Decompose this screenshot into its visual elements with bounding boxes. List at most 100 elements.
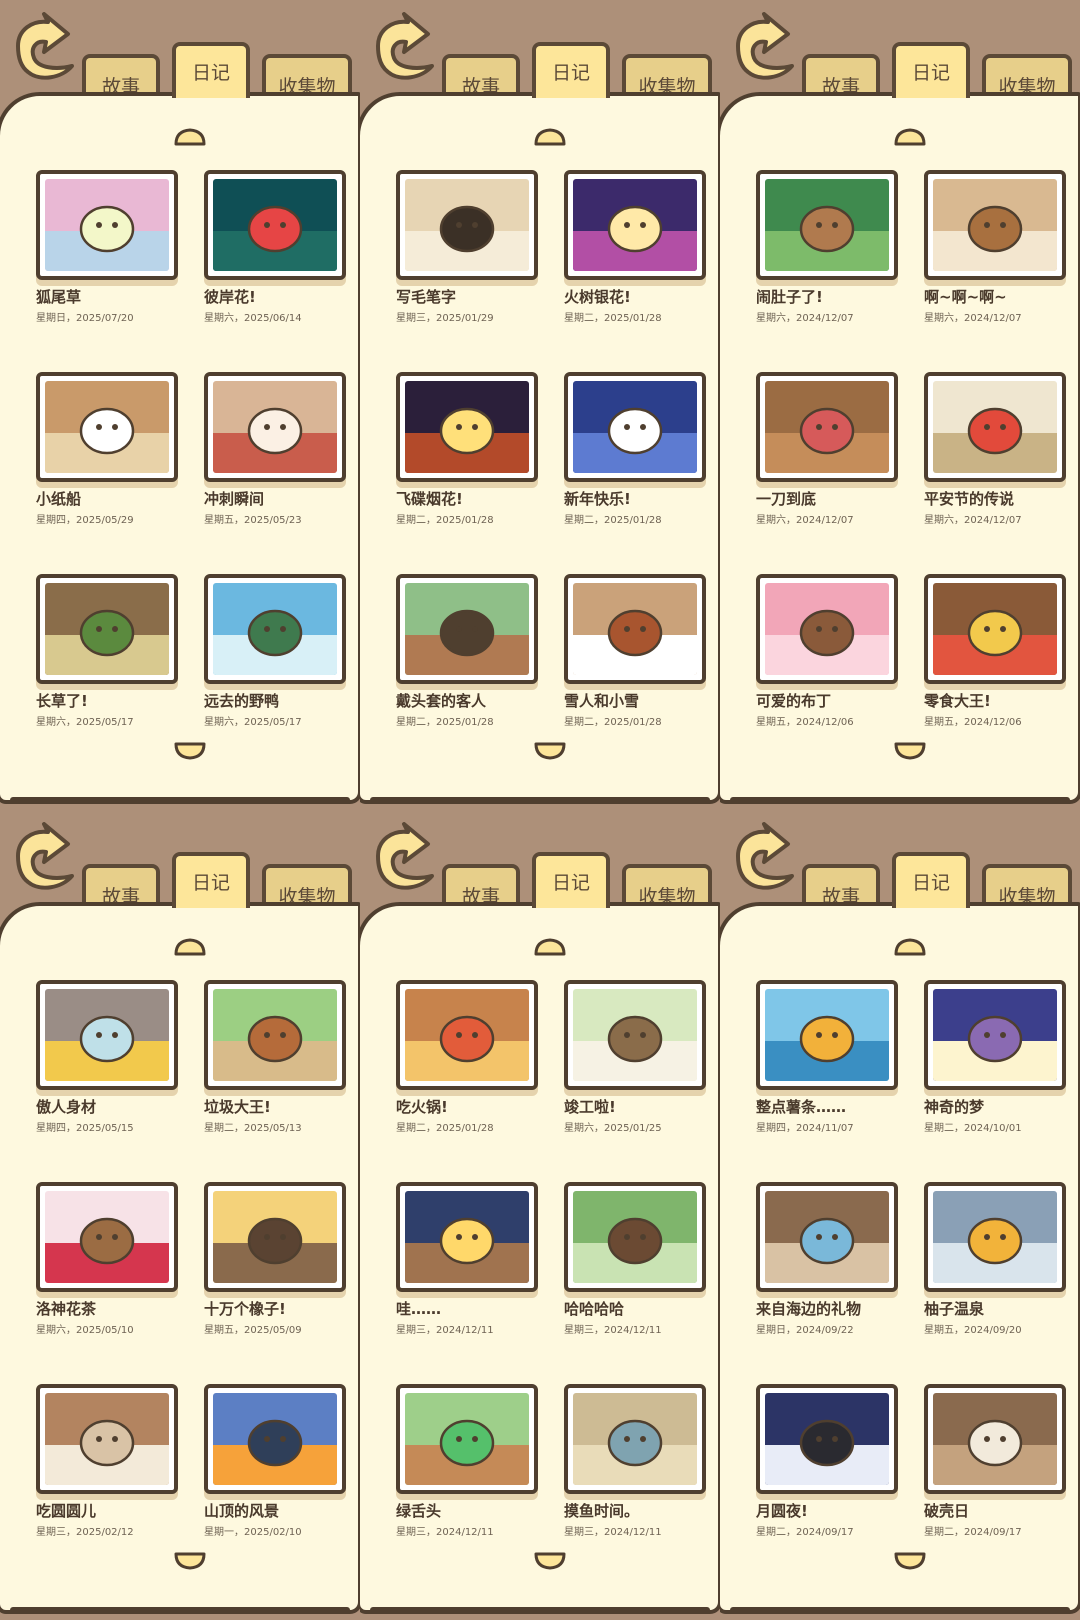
diary-entry-card[interactable]: 戴头套的客人 星期二，2025/01/28 [396, 574, 538, 728]
diary-entry-card[interactable]: 写毛笔字 星期三，2025/01/29 [396, 170, 538, 324]
diary-entry-thumbnail[interactable] [924, 170, 1066, 280]
diary-entry-card[interactable]: 可爱的布丁 星期五，2024/12/06 [756, 574, 898, 728]
diary-entry-thumbnail[interactable] [36, 574, 178, 684]
diary-entry-card[interactable]: 狐尾草 星期日，2025/07/20 [36, 170, 178, 324]
diary-entry-thumbnail[interactable] [756, 980, 898, 1090]
diary-entry-card[interactable]: 啊~啊~啊~ 星期六，2024/12/07 [924, 170, 1066, 324]
diary-entry-card[interactable]: 冲刺瞬间 星期五，2025/05/23 [204, 372, 346, 526]
page-up-icon[interactable] [173, 127, 207, 147]
page-down-icon[interactable] [533, 1551, 567, 1571]
diary-entry-card[interactable]: 小纸船 星期四，2025/05/29 [36, 372, 178, 526]
page-edge [370, 1607, 710, 1613]
diary-entry-thumbnail[interactable] [396, 372, 538, 482]
diary-entry-card[interactable]: 飞碟烟花! 星期二，2025/01/28 [396, 372, 538, 526]
diary-entry-thumbnail[interactable] [924, 372, 1066, 482]
diary-entry-title: 平安节的传说 [924, 490, 1015, 508]
diary-entry-card[interactable]: 绿舌头 星期三，2024/12/11 [396, 1384, 538, 1538]
diary-entry-thumbnail[interactable] [204, 980, 346, 1090]
diary-entry-card[interactable]: 傲人身材 星期四，2025/05/15 [36, 980, 178, 1134]
diary-entry-card[interactable]: 神奇的梦 星期二，2024/10/01 [924, 980, 1066, 1134]
diary-entry-title: 一刀到底 [756, 490, 817, 508]
diary-entry-thumbnail[interactable] [924, 1384, 1066, 1494]
diary-entry-card[interactable]: 柚子温泉 星期五，2024/09/20 [924, 1182, 1066, 1336]
diary-entry-thumbnail[interactable] [396, 574, 538, 684]
diary-entry-thumbnail[interactable] [36, 980, 178, 1090]
diary-entry-thumbnail[interactable] [396, 1384, 538, 1494]
diary-entry-thumbnail[interactable] [924, 1182, 1066, 1292]
diary-entry-card[interactable]: 一刀到底 星期六，2024/12/07 [756, 372, 898, 526]
diary-entry-thumbnail[interactable] [564, 372, 706, 482]
diary-entry-thumbnail[interactable] [564, 980, 706, 1090]
diary-entry-card[interactable]: 彼岸花! 星期六，2025/06/14 [204, 170, 346, 324]
diary-entry-thumbnail[interactable] [564, 1182, 706, 1292]
back-button[interactable] [10, 822, 82, 892]
diary-entry-thumbnail[interactable] [204, 574, 346, 684]
diary-entry-card[interactable]: 摸鱼时间。 星期三，2024/12/11 [564, 1384, 706, 1538]
tab-diary[interactable]: 日记 [532, 852, 610, 908]
page-up-icon[interactable] [893, 127, 927, 147]
diary-entry-thumbnail[interactable] [756, 574, 898, 684]
diary-entry-card[interactable]: 十万个橡子! 星期五，2025/05/09 [204, 1182, 346, 1336]
tab-diary[interactable]: 日记 [892, 42, 970, 98]
diary-entry-card[interactable]: 哇…… 星期三，2024/12/11 [396, 1182, 538, 1336]
diary-entry-thumbnail[interactable] [204, 372, 346, 482]
diary-entry-card[interactable]: 远去的野鸭 星期六，2025/05/17 [204, 574, 346, 728]
diary-entry-card[interactable]: 闹肚子了! 星期六，2024/12/07 [756, 170, 898, 324]
diary-entry-thumbnail[interactable] [36, 372, 178, 482]
diary-entry-card[interactable]: 来自海边的礼物 星期日，2024/09/22 [756, 1182, 898, 1336]
page-up-icon[interactable] [533, 127, 567, 147]
diary-entry-thumbnail[interactable] [564, 1384, 706, 1494]
page-down-icon[interactable] [173, 1551, 207, 1571]
diary-entry-card[interactable]: 哈哈哈哈 星期三，2024/12/11 [564, 1182, 706, 1336]
diary-entry-card[interactable]: 火树银花! 星期二，2025/01/28 [564, 170, 706, 324]
diary-entry-card[interactable]: 月圆夜! 星期二，2024/09/17 [756, 1384, 898, 1538]
tab-diary[interactable]: 日记 [892, 852, 970, 908]
diary-entry-thumbnail[interactable] [396, 170, 538, 280]
diary-entry-card[interactable]: 竣工啦! 星期六，2025/01/25 [564, 980, 706, 1134]
diary-entry-thumbnail[interactable] [756, 372, 898, 482]
diary-entry-thumbnail[interactable] [204, 1384, 346, 1494]
diary-entry-thumbnail[interactable] [36, 1182, 178, 1292]
diary-entry-card[interactable]: 雪人和小雪 星期二，2025/01/28 [564, 574, 706, 728]
back-button[interactable] [730, 822, 802, 892]
diary-entry-card[interactable]: 洛神花茶 星期六，2025/05/10 [36, 1182, 178, 1336]
back-button[interactable] [10, 12, 82, 82]
diary-entry-thumbnail[interactable] [756, 1182, 898, 1292]
diary-entry-thumbnail[interactable] [756, 170, 898, 280]
diary-entry-thumbnail[interactable] [564, 170, 706, 280]
diary-entry-card[interactable]: 垃圾大王! 星期二，2025/05/13 [204, 980, 346, 1134]
page-up-icon[interactable] [533, 937, 567, 957]
diary-entry-title: 整点薯条…… [756, 1098, 847, 1116]
page-down-icon[interactable] [533, 741, 567, 761]
tab-diary[interactable]: 日记 [172, 42, 250, 98]
diary-entry-thumbnail[interactable] [396, 980, 538, 1090]
diary-entry-thumbnail[interactable] [36, 1384, 178, 1494]
diary-entry-card[interactable]: 零食大王! 星期五，2024/12/06 [924, 574, 1066, 728]
diary-entry-thumbnail[interactable] [204, 170, 346, 280]
back-button[interactable] [370, 12, 442, 82]
tab-diary[interactable]: 日记 [532, 42, 610, 98]
diary-entry-thumbnail[interactable] [564, 574, 706, 684]
back-button[interactable] [730, 12, 802, 82]
diary-entry-card[interactable]: 吃圆圆儿 星期三，2025/02/12 [36, 1384, 178, 1538]
tab-diary[interactable]: 日记 [172, 852, 250, 908]
diary-entry-thumbnail[interactable] [36, 170, 178, 280]
page-down-icon[interactable] [173, 741, 207, 761]
page-up-icon[interactable] [173, 937, 207, 957]
diary-entry-thumbnail[interactable] [204, 1182, 346, 1292]
diary-entry-card[interactable]: 平安节的传说 星期六，2024/12/07 [924, 372, 1066, 526]
diary-entry-card[interactable]: 新年快乐! 星期二，2025/01/28 [564, 372, 706, 526]
diary-entry-thumbnail[interactable] [924, 980, 1066, 1090]
diary-entry-card[interactable]: 破壳日 星期二，2024/09/17 [924, 1384, 1066, 1538]
diary-entry-thumbnail[interactable] [924, 574, 1066, 684]
diary-entry-card[interactable]: 山顶的风景 星期一，2025/02/10 [204, 1384, 346, 1538]
diary-entry-thumbnail[interactable] [396, 1182, 538, 1292]
diary-entry-thumbnail[interactable] [756, 1384, 898, 1494]
page-down-icon[interactable] [893, 741, 927, 761]
diary-entry-card[interactable]: 整点薯条…… 星期四，2024/11/07 [756, 980, 898, 1134]
diary-entry-card[interactable]: 长草了! 星期六，2025/05/17 [36, 574, 178, 728]
page-up-icon[interactable] [893, 937, 927, 957]
diary-entry-card[interactable]: 吃火锅! 星期二，2025/01/28 [396, 980, 538, 1134]
back-button[interactable] [370, 822, 442, 892]
page-down-icon[interactable] [893, 1551, 927, 1571]
